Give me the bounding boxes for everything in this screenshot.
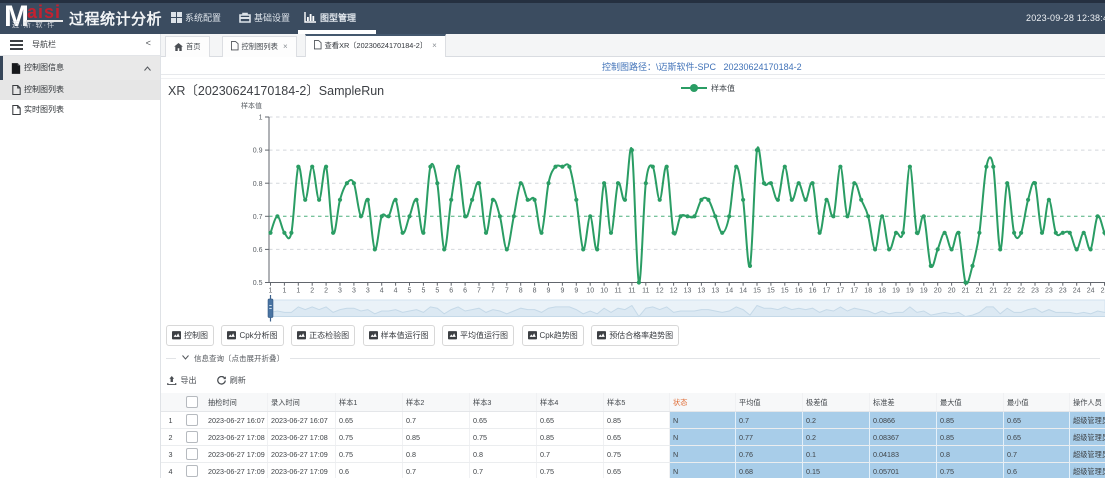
svg-text:23: 23 xyxy=(1045,288,1053,295)
svg-text:12: 12 xyxy=(656,288,664,295)
svg-text:13: 13 xyxy=(698,288,706,295)
svg-text:9: 9 xyxy=(574,288,578,295)
svg-text:24: 24 xyxy=(1073,288,1081,295)
svg-text:0.7: 0.7 xyxy=(253,214,263,221)
svg-text:9: 9 xyxy=(547,288,551,295)
svg-text:15: 15 xyxy=(781,288,789,295)
svg-text:16: 16 xyxy=(809,288,817,295)
svg-text:19: 19 xyxy=(892,288,900,295)
svg-text:5: 5 xyxy=(421,288,425,295)
svg-text:14: 14 xyxy=(725,288,733,295)
svg-text:21: 21 xyxy=(962,288,970,295)
svg-text:10: 10 xyxy=(586,288,594,295)
svg-text:12: 12 xyxy=(670,288,678,295)
svg-text:5: 5 xyxy=(408,288,412,295)
svg-text:8: 8 xyxy=(519,288,523,295)
svg-text:13: 13 xyxy=(711,288,719,295)
svg-text:25: 25 xyxy=(1101,288,1105,295)
svg-text:8: 8 xyxy=(533,288,537,295)
svg-text:7: 7 xyxy=(477,288,481,295)
svg-text:23: 23 xyxy=(1059,288,1067,295)
svg-text:20: 20 xyxy=(948,288,956,295)
svg-text:4: 4 xyxy=(380,288,384,295)
svg-text:20: 20 xyxy=(934,288,942,295)
svg-text:3: 3 xyxy=(352,288,356,295)
svg-text:1: 1 xyxy=(269,288,273,295)
svg-text:2: 2 xyxy=(324,288,328,295)
svg-text:0.5: 0.5 xyxy=(253,280,263,287)
svg-text:10: 10 xyxy=(600,288,608,295)
svg-text:6: 6 xyxy=(449,288,453,295)
svg-text:19: 19 xyxy=(920,288,928,295)
svg-text:1: 1 xyxy=(282,288,286,295)
svg-text:23: 23 xyxy=(1031,288,1039,295)
svg-text:18: 18 xyxy=(864,288,872,295)
svg-text:11: 11 xyxy=(642,288,649,295)
svg-text:1: 1 xyxy=(296,288,300,295)
svg-text:22: 22 xyxy=(1017,288,1025,295)
svg-text:22: 22 xyxy=(1003,288,1011,295)
svg-text:15: 15 xyxy=(767,288,775,295)
svg-text:24: 24 xyxy=(1087,288,1095,295)
svg-text:17: 17 xyxy=(850,288,858,295)
svg-text:4: 4 xyxy=(394,288,398,295)
svg-text:17: 17 xyxy=(837,288,845,295)
svg-text:3: 3 xyxy=(338,288,342,295)
svg-text:2: 2 xyxy=(310,288,314,295)
svg-text:17: 17 xyxy=(823,288,831,295)
svg-text:18: 18 xyxy=(878,288,886,295)
svg-text:0.6: 0.6 xyxy=(253,247,263,254)
svg-text:19: 19 xyxy=(906,288,914,295)
svg-text:1: 1 xyxy=(259,115,263,122)
svg-text:11: 11 xyxy=(614,288,621,295)
svg-text:7: 7 xyxy=(491,288,495,295)
svg-text:6: 6 xyxy=(463,288,467,295)
svg-text:21: 21 xyxy=(989,288,997,295)
svg-text:3: 3 xyxy=(366,288,370,295)
svg-text:9: 9 xyxy=(560,288,564,295)
svg-text:16: 16 xyxy=(795,288,803,295)
svg-text:7: 7 xyxy=(505,288,509,295)
svg-text:13: 13 xyxy=(684,288,692,295)
svg-text:15: 15 xyxy=(753,288,761,295)
svg-text:14: 14 xyxy=(739,288,747,295)
svg-text:11: 11 xyxy=(628,288,635,295)
svg-text:5: 5 xyxy=(435,288,439,295)
svg-text:0.8: 0.8 xyxy=(253,181,263,188)
svg-text:21: 21 xyxy=(976,288,984,295)
svg-text:0.9: 0.9 xyxy=(253,148,263,155)
